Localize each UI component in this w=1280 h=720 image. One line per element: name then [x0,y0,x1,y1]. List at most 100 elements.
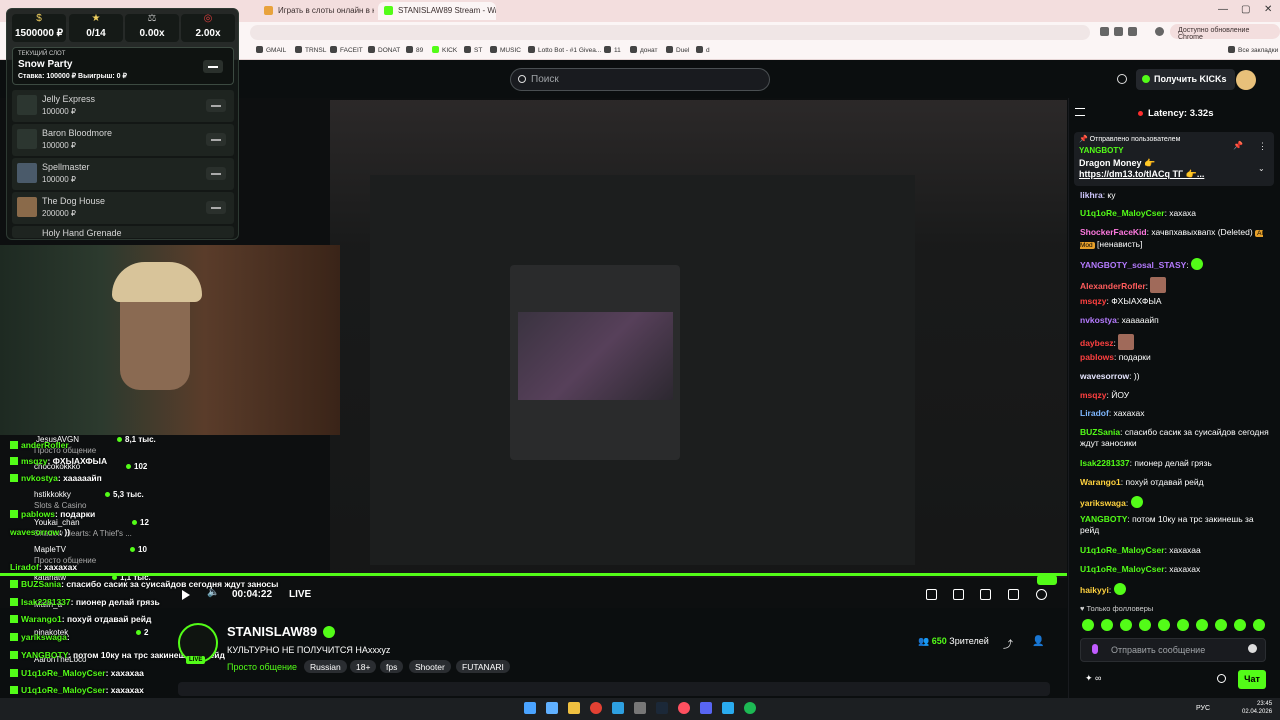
bookmark-gmail[interactable]: GMAIL [256,46,286,54]
quick-emote-icon[interactable] [1215,619,1227,631]
chat-username[interactable]: U1q1oRe_MaloyCser [1080,208,1165,218]
chat-input[interactable]: Отправить сообщение [1080,638,1266,662]
store-icon[interactable] [612,702,624,714]
fullscreen-icon[interactable] [1008,589,1019,600]
chat-username[interactable]: YANGBOTY [1080,514,1127,524]
channel-name[interactable]: STANISLAW89 [227,624,317,639]
bookmark-duel[interactable]: Duel [666,46,689,54]
chat-username[interactable]: ShockerFaceKid [1080,227,1147,237]
chat-username[interactable]: Isak2281337 [1080,458,1130,468]
quick-emote-icon[interactable] [1101,619,1113,631]
quick-emote-icon[interactable] [1158,619,1170,631]
more-icon[interactable]: ⋮ [1258,141,1267,152]
browser-tab-active[interactable]: STANISLAW89 Stream - Watch Live on Kick [378,2,496,20]
chat-username[interactable]: msqzy [1080,296,1106,306]
chat-username[interactable]: Liradof [1080,408,1109,418]
windows-start-icon[interactable] [524,702,536,714]
chrome-icon[interactable] [590,702,602,714]
chat-username[interactable]: pablows [1080,352,1114,362]
chat-username[interactable]: U1q1oRe_MaloyCser [1080,564,1165,574]
app-icon[interactable] [634,702,646,714]
widgets-icon[interactable] [546,702,558,714]
spotify-icon[interactable] [744,702,756,714]
mic-icon[interactable] [1092,644,1098,654]
search-input[interactable]: Поиск [510,68,770,91]
maximize-icon[interactable]: ▢ [1241,4,1250,15]
chat-settings-icon[interactable] [1217,674,1226,683]
quick-emote-icon[interactable] [1196,619,1208,631]
extension-icon[interactable] [1128,27,1137,36]
remove-slot-button[interactable] [206,167,226,180]
live-indicator[interactable]: LIVE [289,589,311,600]
all-bookmarks[interactable]: Все закладки [1228,46,1278,54]
user-avatar[interactable] [1236,70,1256,90]
tag-chip[interactable]: fps [380,660,404,673]
chat-username[interactable]: yarikswaga [1080,498,1126,508]
bookmark-trnsl[interactable]: TRNSL [295,46,326,54]
browser-tab[interactable]: Играть в слоты онлайн в казино [258,2,374,20]
browser-icon[interactable] [678,702,690,714]
chat-tools-icon[interactable]: ✦ ∞ [1085,673,1111,683]
stream-category[interactable]: Просто общение [227,662,297,672]
progress-bar[interactable] [0,573,1067,576]
input-language[interactable]: РУС [1196,705,1210,712]
remove-slot-button[interactable] [206,133,226,146]
remove-slot-button[interactable] [203,60,223,73]
chat-username[interactable]: U1q1oRe_MaloyCser [1080,545,1165,555]
chat-username[interactable]: YANGBOTY_sosal_STASY [1080,260,1186,270]
messages-icon[interactable] [1117,74,1127,84]
pip-icon[interactable] [926,589,937,600]
settings-icon[interactable] [1036,589,1047,600]
chrome-update-button[interactable]: Доступно обновление Chrome [1170,24,1280,41]
collapse-chat-icon[interactable] [1075,108,1085,116]
bookmark-d[interactable]: d [696,46,710,54]
chat-username[interactable]: msqzy [1080,390,1106,400]
bookmark-faceit[interactable]: FACEIT [330,46,363,54]
follow-icon[interactable]: 👤 [1032,636,1044,647]
quick-emote-icon[interactable] [1120,619,1132,631]
bookmark-music[interactable]: MUSIC [490,46,521,54]
bookmark-11[interactable]: 11 [604,46,621,54]
pin-icon[interactable]: 📌 [1233,141,1243,150]
quick-emote-icon[interactable] [1234,619,1246,631]
get-kicks-button[interactable]: Получить KICKs [1136,69,1235,90]
quick-emote-icon[interactable] [1253,619,1265,631]
bookmark-donat[interactable]: DONAT [368,46,400,54]
recommended-channel[interactable]: Youkai_chan [34,518,80,527]
quick-emote-icon[interactable] [1139,619,1151,631]
theater-icon[interactable] [980,589,991,600]
bookmark-lotto[interactable]: Lotto Bot - #1 Givea... [528,46,601,54]
steam-icon[interactable] [656,702,668,714]
extension-icon[interactable] [1114,27,1123,36]
recommended-channel[interactable]: MapleTV [34,545,66,554]
extension-icon[interactable] [1100,27,1109,36]
chat-username[interactable]: wavesorrow [1080,371,1129,381]
discord-icon[interactable] [700,702,712,714]
tag-chip[interactable]: Shooter [409,660,451,673]
bookmark-st[interactable]: ST [464,46,482,54]
chat-username[interactable]: daybesz [1080,338,1114,348]
volume-icon[interactable]: 🔈 [207,587,219,598]
progress-handle[interactable] [1037,575,1057,585]
tag-chip[interactable]: FUTANARI [456,660,510,673]
send-chat-button[interactable]: Чат [1238,670,1266,689]
explorer-icon[interactable] [568,702,580,714]
recommended-channel[interactable]: hstikkokky [34,490,71,499]
taskbar-clock[interactable]: 23:45 02.04.2026 [1242,700,1272,716]
close-icon[interactable]: ✕ [1264,4,1272,15]
remove-slot-button[interactable] [206,201,226,214]
quick-emote-icon[interactable] [1082,619,1094,631]
chat-username[interactable]: haikyyi [1080,585,1109,595]
url-field[interactable] [250,25,1090,40]
tag-chip[interactable]: 18+ [350,660,377,673]
chat-username[interactable]: likhra [1080,190,1103,200]
quick-emote-icon[interactable] [1177,619,1189,631]
chat-username[interactable]: nvkostya [1080,315,1117,325]
bookmark-kick[interactable]: KICK [432,46,457,54]
share-icon[interactable]: ⤴ [1003,636,1013,651]
remove-slot-button[interactable] [206,99,226,112]
bookmark-donat-ru[interactable]: донат [630,46,657,54]
bookmark-89[interactable]: 89 [406,46,423,54]
chevron-down-icon[interactable]: ⌄ [1258,164,1265,173]
clip-icon[interactable] [953,589,964,600]
